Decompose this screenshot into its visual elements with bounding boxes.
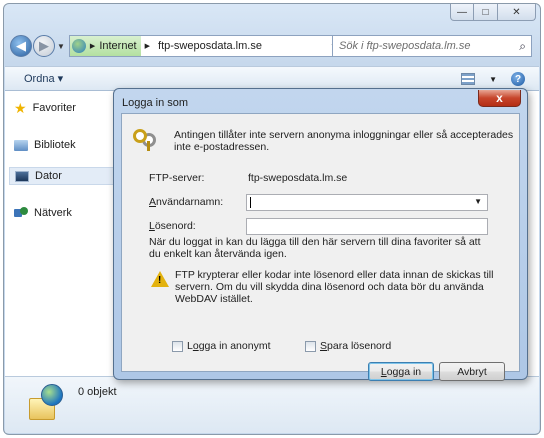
password-label: Lösenord: — [149, 220, 196, 232]
navigation-pane: ★ Favoriter Bibliotek Dator Nätverk — [5, 91, 115, 376]
username-combobox[interactable]: ▼ — [246, 194, 488, 211]
back-button[interactable]: ◀ — [10, 35, 32, 57]
help-icon[interactable]: ? — [511, 72, 525, 86]
item-count: 0 objekt — [78, 386, 117, 398]
caption-buttons: — □ ✕ — [450, 4, 536, 21]
password-field[interactable] — [246, 218, 488, 235]
sidebar-item-libraries[interactable]: Bibliotek — [14, 136, 114, 154]
checkbox-box[interactable] — [305, 340, 316, 352]
navigation-bar: ◀ ▶ ▼ ▶ Internet ▶ ftp-sweposdata.lm.se … — [10, 33, 532, 59]
star-icon: ★ — [14, 100, 27, 116]
breadcrumb-arrow-icon[interactable]: ▶ — [145, 42, 150, 50]
organize-menu[interactable]: Ordna ▾ — [24, 72, 63, 85]
info-text: När du loggat in kan du lägga till den h… — [149, 236, 481, 260]
view-dropdown-icon[interactable]: ▼ — [489, 75, 497, 84]
username-label: Användarnamn: — [149, 196, 224, 208]
breadcrumb-internet[interactable]: Internet — [99, 40, 136, 52]
forward-button[interactable]: ▶ — [33, 35, 55, 57]
cancel-button[interactable]: Avbryt — [439, 362, 505, 381]
chevron-down-icon[interactable]: ▼ — [474, 197, 482, 206]
network-icon — [14, 207, 28, 219]
sidebar-item-network[interactable]: Nätverk — [14, 204, 114, 222]
text-caret — [250, 197, 251, 208]
address-zone: ▶ Internet — [69, 36, 141, 56]
save-password-checkbox[interactable]: Spara lösenord — [305, 340, 391, 352]
anonymous-login-label: Logga in anonymt — [187, 340, 271, 352]
sidebar-item-label: Bibliotek — [34, 139, 76, 151]
breadcrumb-arrow-icon[interactable]: ▶ — [90, 42, 95, 50]
checkbox-box[interactable] — [172, 340, 183, 352]
sidebar-item-label: Dator — [35, 170, 62, 182]
search-icon[interactable]: ⌕ — [519, 39, 526, 54]
sidebar-item-favorites[interactable]: ★ Favoriter — [14, 99, 114, 117]
server-value: ftp-sweposdata.lm.se — [248, 172, 348, 184]
dialog-title: Logga in som — [122, 97, 189, 109]
maximize-button[interactable]: □ — [474, 4, 498, 21]
details-pane: 0 objekt — [5, 376, 539, 433]
warning-text: FTP krypterar eller kodar inte lösenord … — [175, 269, 494, 305]
sidebar-item-label: Nätverk — [34, 207, 72, 219]
address-bar[interactable]: ▶ Internet ▶ ftp-sweposdata.lm.se ▼ ✕ — [68, 35, 363, 57]
breadcrumb-server[interactable]: ftp-sweposdata.lm.se — [158, 40, 262, 52]
sidebar-item-computer[interactable]: Dator — [9, 167, 114, 185]
dialog-close-button[interactable]: x — [478, 90, 521, 107]
internet-globe-icon — [71, 39, 86, 53]
login-button[interactable]: Logga in — [368, 362, 434, 381]
sidebar-item-label: Favoriter — [32, 102, 76, 114]
computer-icon — [15, 170, 29, 182]
server-label: FTP-server: — [149, 172, 205, 184]
close-button[interactable]: ✕ — [498, 4, 536, 21]
recent-pages-dropdown-icon[interactable]: ▼ — [57, 42, 65, 51]
search-placeholder: Sök i ftp-sweposdata.lm.se — [339, 40, 471, 52]
intro-text: Antingen tillåter inte servern anonyma i… — [174, 129, 514, 153]
ftp-folder-icon — [29, 384, 67, 424]
search-input[interactable]: Sök i ftp-sweposdata.lm.se ⌕ — [332, 35, 532, 57]
anonymous-login-checkbox[interactable]: Logga in anonymt — [172, 340, 271, 352]
library-icon — [14, 139, 28, 151]
keys-icon — [133, 129, 161, 151]
minimize-button[interactable]: — — [450, 4, 474, 21]
save-password-label: Spara lösenord — [320, 340, 392, 352]
login-dialog: Logga in som x Antingen tillåter inte se… — [113, 88, 528, 381]
change-view-icon[interactable] — [461, 73, 476, 85]
dialog-body: Antingen tillåter inte servern anonyma i… — [121, 113, 520, 381]
